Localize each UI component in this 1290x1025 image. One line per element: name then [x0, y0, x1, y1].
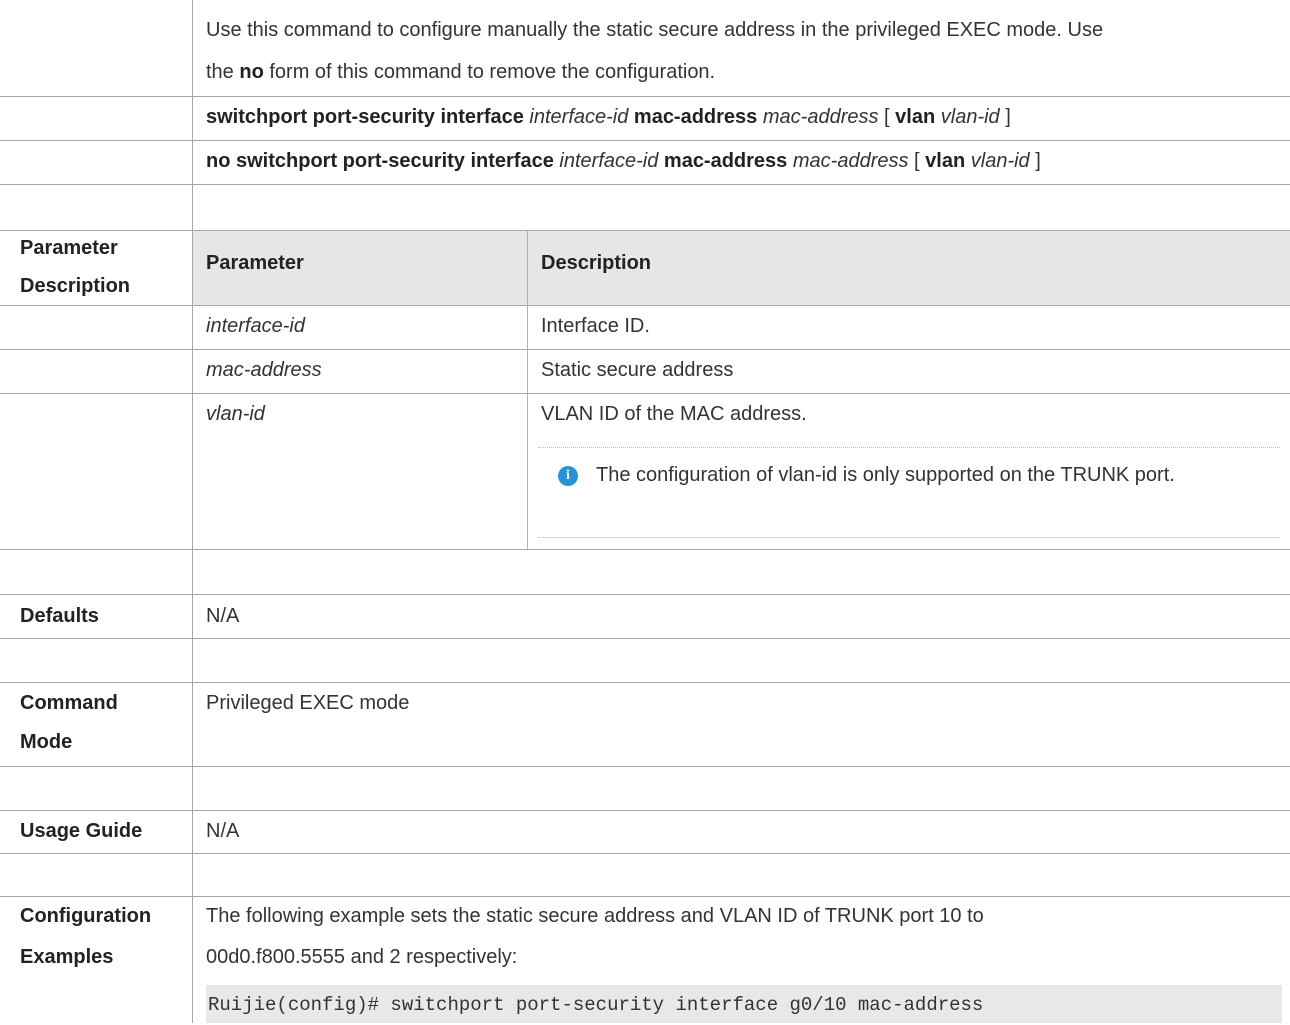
config-example-line-1: The following example sets the static se… [206, 905, 984, 927]
syntax-no-command: no switchport port-security interface in… [206, 150, 1041, 172]
param-section-label-1: Parameter [20, 237, 118, 259]
divider [0, 896, 1290, 897]
config-example-line-2: 00d0.f800.5555 and 2 respectively: [206, 946, 518, 968]
note-bottom-rule [538, 537, 1280, 538]
divider [0, 766, 1290, 767]
divider [0, 349, 1290, 350]
config-examples-label-1: Configuration [20, 905, 152, 927]
code-block: Ruijie(config)# switchport port-security… [206, 985, 1282, 1023]
param-desc: Static secure address [541, 359, 734, 381]
divider [0, 140, 1290, 141]
divider [0, 682, 1290, 683]
divider [0, 594, 1290, 595]
param-table-header [193, 231, 1290, 305]
label-column-divider [192, 0, 193, 1023]
command-mode-label-2: Mode [20, 731, 73, 753]
divider [0, 305, 1290, 306]
usage-guide-label: Usage Guide [20, 820, 143, 842]
command-mode-value: Privileged EXEC mode [206, 692, 410, 714]
command-reference-page: Use this command to configure manually t… [0, 0, 1290, 1023]
param-name: vlan-id [206, 403, 265, 425]
param-name: mac-address [206, 359, 322, 381]
param-column-divider [527, 231, 528, 549]
defaults-label: Defaults [20, 605, 99, 627]
divider [0, 810, 1290, 811]
intro-line-1: Use this command to configure manually t… [206, 19, 1104, 41]
syntax-command: switchport port-security interface inter… [206, 106, 1011, 128]
divider [0, 549, 1290, 550]
note-text: The configuration of vlan-id is only sup… [596, 464, 1175, 486]
command-mode-label-1: Command [20, 692, 118, 714]
desc-col-header: Description [541, 252, 652, 274]
note-top-rule [538, 447, 1280, 448]
divider [0, 96, 1290, 97]
param-desc: VLAN ID of the MAC address. [541, 403, 807, 425]
param-name: interface-id [206, 315, 305, 337]
param-section-label-2: Description [20, 275, 131, 297]
divider [0, 393, 1290, 394]
info-icon: i [558, 466, 578, 486]
divider [0, 853, 1290, 854]
param-col-header: Parameter [206, 252, 304, 274]
intro-line-2: the no form of this command to remove th… [206, 61, 716, 83]
divider [0, 184, 1290, 185]
param-desc: Interface ID. [541, 315, 650, 337]
no-keyword: no [239, 61, 264, 83]
config-examples-label-2: Examples [20, 946, 114, 968]
defaults-value: N/A [206, 605, 240, 627]
divider [0, 638, 1290, 639]
usage-guide-value: N/A [206, 820, 240, 842]
